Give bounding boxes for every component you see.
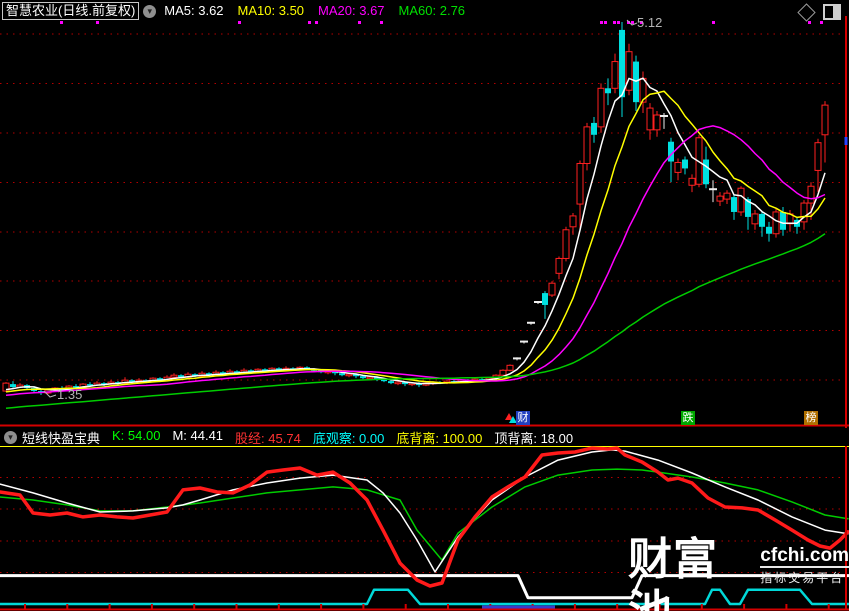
diamond-icon[interactable]: [797, 2, 816, 22]
header-icons: [797, 2, 841, 22]
ma-label-1: MA10: 3.50: [237, 2, 305, 18]
watermark-tagline: 指标交易平台: [760, 566, 849, 586]
ma-label-2: MA20: 3.67: [318, 2, 385, 18]
hot-badge-榜[interactable]: 榜: [804, 411, 818, 425]
watermark-domain: cfchi.com: [760, 545, 849, 566]
ma-label-0: MA5: 3.62: [164, 2, 224, 18]
watermark[interactable]: 财富池 cfchi.com 指标交易平台: [628, 534, 849, 611]
hot-badge-财[interactable]: 财: [516, 411, 530, 425]
watermark-right: cfchi.com 指标交易平台: [760, 546, 849, 586]
indicator-field-3: 底观察: 0.00: [312, 430, 385, 446]
indicator-field-2: 股经: 45.74: [235, 430, 301, 446]
split-panel-icon[interactable]: [823, 4, 841, 20]
chevron-down-icon[interactable]: ▾: [143, 4, 157, 18]
indicator-name[interactable]: 短线快盈宝典: [22, 428, 100, 447]
indicator-field-5: 顶背离: 18.00: [494, 430, 574, 446]
stock-title[interactable]: 智慧农业(日线.前复权): [2, 2, 140, 20]
indicator-field-4: 底背离: 100.00: [396, 430, 483, 446]
stock-app-window: 智慧农业(日线.前复权) ▾ MA5: 3.62 MA10: 3.50 MA20: …: [0, 0, 849, 611]
indicator-header: ▾ 短线快盈宝典 K: 54.00 M: 44.41 股经: 45.74 底观察: 0…: [0, 428, 849, 446]
ma-legend: MA5: 3.62 MA10: 3.50 MA20: 3.67 MA60: 2.76: [164, 3, 465, 18]
chevron-down-icon[interactable]: ▾: [4, 430, 17, 444]
chart-canvas[interactable]: [0, 0, 849, 611]
hot-badge-跌[interactable]: 跌: [681, 411, 695, 425]
watermark-brand: 财富池: [628, 535, 718, 611]
ma-label-3: MA60: 2.76: [398, 2, 466, 18]
indicator-field-0: K: 54.00: [112, 427, 161, 443]
main-chart-header: 智慧农业(日线.前复权) ▾ MA5: 3.62 MA10: 3.50 MA20: …: [0, 0, 849, 20]
low-price-label: 1.35: [57, 387, 83, 402]
indicator-values: K: 54.00 M: 44.41 股经: 45.74 底观察: 0.00 底背离: 1…: [112, 428, 573, 447]
indicator-field-1: M: 44.41: [172, 427, 224, 443]
